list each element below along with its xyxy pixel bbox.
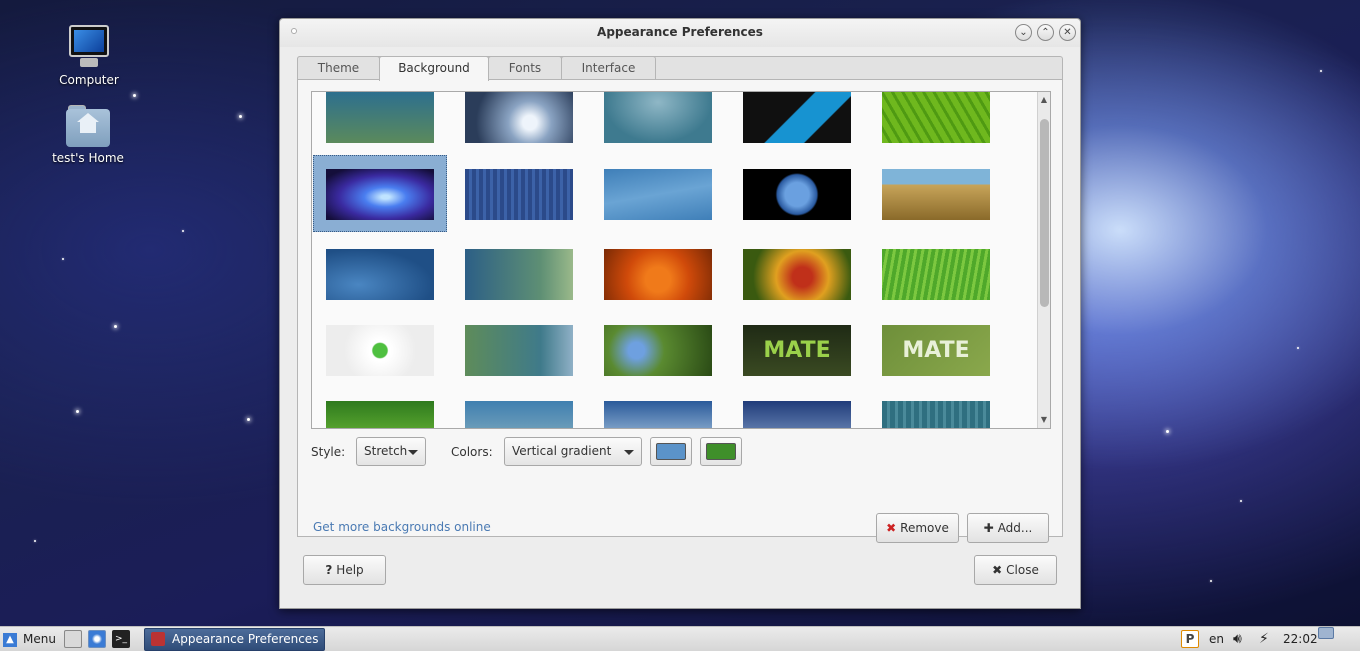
close-window-button[interactable]: ✕ <box>1059 24 1076 41</box>
secondary-color-swatch <box>706 443 736 460</box>
remove-button[interactable]: ✖ Remove <box>876 513 959 543</box>
wallpaper-thumbnail[interactable] <box>465 325 573 376</box>
wallpaper-scrollbar[interactable]: ▲ ▼ <box>1037 92 1050 428</box>
style-combo[interactable]: Stretch <box>356 437 426 466</box>
volume-icon[interactable]: 🔊︎ <box>1233 627 1242 651</box>
desktop-icon-label: Computer <box>59 73 119 87</box>
wallpaper-thumbnail[interactable] <box>326 169 434 220</box>
scroll-down-icon[interactable]: ▼ <box>1038 414 1050 426</box>
appearance-preferences-window: Appearance Preferences ⌄ ⌃ ✕ Theme Backg… <box>279 18 1081 609</box>
clipboard-icon[interactable]: P <box>1181 630 1199 648</box>
wallpaper-thumbnail[interactable] <box>326 249 434 300</box>
wallpaper-thumbnail[interactable] <box>743 92 851 143</box>
wallpaper-grid[interactable]: ▲ ▼ MATE MATE <box>311 91 1051 429</box>
help-icon: ? <box>325 563 333 577</box>
help-label: Help <box>336 563 364 577</box>
workspace-switcher-icon[interactable] <box>1318 627 1334 639</box>
desktop-icon-label: test's Home <box>52 151 124 165</box>
maximize-button[interactable]: ⌃ <box>1037 24 1054 41</box>
notebook: Theme Background Fonts Interface ▲ ▼ MAT… <box>297 56 1063 543</box>
appearance-app-icon <box>151 632 165 646</box>
close-icon: ✖ <box>992 563 1003 577</box>
computer-icon <box>68 25 110 69</box>
titlebar[interactable]: Appearance Preferences ⌄ ⌃ ✕ <box>280 19 1080 47</box>
remove-icon: ✖ <box>886 521 897 535</box>
wallpaper-thumbnail[interactable] <box>604 92 712 143</box>
network-icon[interactable]: ⚡︎ <box>1259 627 1269 651</box>
wallpaper-thumbnail[interactable] <box>326 401 434 428</box>
tab-fonts[interactable]: Fonts <box>488 56 562 80</box>
remove-label: Remove <box>900 521 949 535</box>
close-label: Close <box>1006 563 1039 577</box>
wallpaper-thumbnail[interactable] <box>604 169 712 220</box>
wallpaper-thumbnail[interactable] <box>882 169 990 220</box>
wallpaper-thumbnail[interactable] <box>604 401 712 428</box>
help-button[interactable]: ? Help <box>303 555 386 585</box>
chevron-down-icon <box>624 450 634 455</box>
wallpaper-thumbnail[interactable] <box>882 249 990 300</box>
wallpaper-thumbnail[interactable] <box>465 169 573 220</box>
wallpaper-thumbnail[interactable] <box>465 401 573 428</box>
secondary-color-button[interactable] <box>700 437 742 466</box>
tab-background[interactable]: Background <box>379 56 489 81</box>
file-manager-icon[interactable] <box>64 630 82 648</box>
wallpaper-thumbnail[interactable] <box>743 249 851 300</box>
clock[interactable]: 22:02 <box>1283 627 1318 651</box>
keyboard-layout[interactable]: en <box>1209 627 1224 651</box>
wallpaper-thumbnail[interactable]: MATE <box>882 325 990 376</box>
wallpaper-thumbnail[interactable] <box>882 401 990 428</box>
menu-logo-icon: ▲ <box>3 632 17 647</box>
colors-value: Vertical gradient <box>512 444 612 458</box>
wallpaper-thumbnail[interactable] <box>465 249 573 300</box>
wallpaper-thumbnail[interactable]: MATE <box>743 325 851 376</box>
wallpaper-thumbnail[interactable] <box>604 325 712 376</box>
get-more-backgrounds-link[interactable]: Get more backgrounds online <box>313 520 491 534</box>
tab-theme[interactable]: Theme <box>297 56 380 80</box>
task-label: Appearance Preferences <box>172 632 319 646</box>
add-icon: ✚ <box>983 521 994 535</box>
background-page: ▲ ▼ MATE MATE Style: Stretch Colors: Vert… <box>297 79 1063 543</box>
scrollbar-thumb[interactable] <box>1040 119 1049 307</box>
wallpaper-thumbnail[interactable] <box>743 169 851 220</box>
terminal-icon[interactable]: >_ <box>112 630 130 648</box>
colors-label: Colors: <box>451 445 493 459</box>
scroll-up-icon[interactable]: ▲ <box>1038 94 1050 106</box>
colors-combo[interactable]: Vertical gradient <box>504 437 642 466</box>
style-value: Stretch <box>364 444 408 458</box>
wallpaper-thumbnail[interactable] <box>743 401 851 428</box>
add-label: Add... <box>997 521 1033 535</box>
menu-button[interactable]: ▲ Menu <box>3 627 56 651</box>
window-title: Appearance Preferences <box>597 25 763 39</box>
browser-icon[interactable] <box>88 630 106 648</box>
home-folder-icon <box>66 105 110 147</box>
wallpaper-thumbnail[interactable] <box>326 325 434 376</box>
wallpaper-thumbnail[interactable] <box>882 92 990 143</box>
primary-color-button[interactable] <box>650 437 692 466</box>
wallpaper-thumbnail[interactable] <box>326 92 434 143</box>
wallpaper-thumbnail[interactable] <box>604 249 712 300</box>
taskbar: ▲ Menu >_ Appearance Preferences P en 🔊︎ … <box>0 626 1360 651</box>
desktop-icon-computer[interactable]: Computer <box>44 25 134 87</box>
wallpaper-thumbnail[interactable] <box>465 92 573 143</box>
add-button[interactable]: ✚ Add... <box>967 513 1049 543</box>
task-appearance-preferences[interactable]: Appearance Preferences <box>144 628 325 651</box>
menu-label: Menu <box>23 632 56 646</box>
chevron-down-icon <box>408 450 418 455</box>
style-label: Style: <box>311 445 346 459</box>
primary-color-swatch <box>656 443 686 460</box>
close-button[interactable]: ✖ Close <box>974 555 1057 585</box>
minimize-button[interactable]: ⌄ <box>1015 24 1032 41</box>
desktop-icon-home[interactable]: test's Home <box>43 105 133 165</box>
tab-interface[interactable]: Interface <box>561 56 656 80</box>
